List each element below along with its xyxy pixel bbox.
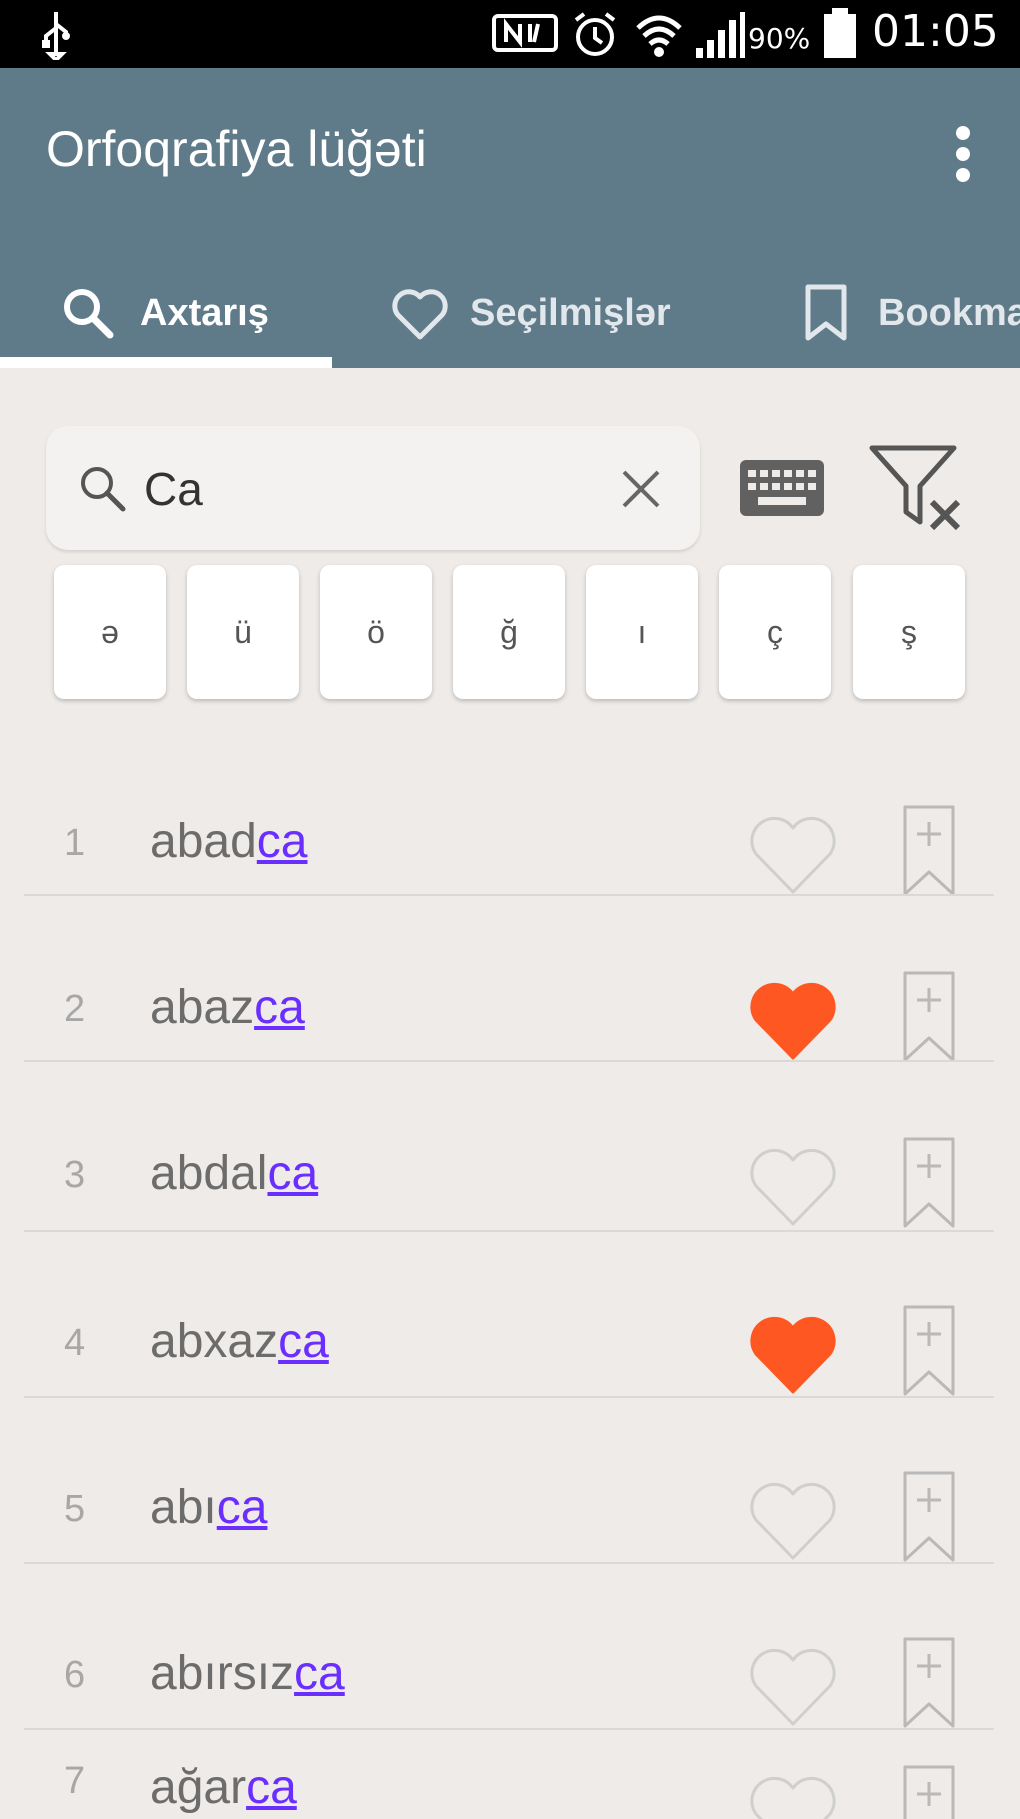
item-word: abxazca — [150, 1315, 329, 1368]
char-key-schwa[interactable]: ə — [54, 565, 166, 699]
active-tab-indicator — [0, 357, 332, 368]
list-item[interactable]: 4 abxazca — [0, 1268, 1020, 1434]
char-key-c-cedilla[interactable]: ç — [719, 565, 831, 699]
tab-favorites-label: Seçilmişlər — [470, 291, 671, 334]
tab-bookmarks[interactable]: Bookma — [804, 258, 1020, 368]
alarm-icon — [574, 12, 616, 56]
tab-search-label: Axtarış — [140, 291, 269, 334]
app-bar: Orfoqrafiya lüğəti Axtarış Seçilmişlər B… — [0, 68, 1020, 368]
list-divider — [24, 1230, 994, 1232]
search-input[interactable] — [142, 458, 626, 520]
favorite-filled-icon[interactable] — [746, 1308, 840, 1398]
favorite-outline-icon[interactable] — [746, 1640, 840, 1730]
list-divider — [24, 1396, 994, 1398]
status-bar: 90% 01:05 — [0, 0, 1020, 68]
keyboard-toggle-icon[interactable] — [738, 456, 826, 520]
list-item[interactable]: 2 abazca — [0, 934, 1020, 1100]
item-word: abıca — [150, 1481, 268, 1534]
favorite-outline-icon[interactable] — [746, 808, 840, 898]
list-item[interactable]: 3 abdalca — [0, 1100, 1020, 1266]
item-number: 1 — [64, 822, 86, 864]
list-divider — [24, 894, 994, 896]
item-number: 7 — [64, 1760, 86, 1802]
favorite-filled-icon[interactable] — [746, 974, 840, 1064]
list-divider — [24, 1728, 994, 1730]
clock: 01:05 — [872, 6, 999, 57]
favorite-outline-icon[interactable] — [746, 1474, 840, 1564]
favorite-outline-icon[interactable] — [746, 1768, 840, 1819]
tab-search[interactable]: Axtarış — [60, 258, 269, 368]
favorite-outline-icon[interactable] — [746, 1140, 840, 1230]
battery-icon — [824, 8, 856, 58]
battery-percent: 90% — [748, 22, 811, 55]
add-bookmark-icon[interactable] — [902, 804, 956, 898]
list-divider — [24, 1060, 994, 1062]
heart-outline-icon — [392, 289, 448, 340]
overflow-menu-button[interactable] — [952, 126, 976, 182]
item-number: 3 — [64, 1154, 86, 1196]
char-key-dotless-i[interactable]: ı — [586, 565, 698, 699]
app-title: Orfoqrafiya lüğəti — [46, 121, 427, 177]
tab-bookmarks-label: Bookma — [878, 291, 1020, 334]
search-field-icon — [81, 467, 126, 512]
clear-search-icon[interactable] — [618, 466, 664, 512]
item-number: 6 — [64, 1654, 86, 1696]
add-bookmark-icon[interactable] — [902, 1470, 956, 1564]
item-word: abdalca — [150, 1147, 319, 1200]
search-icon — [64, 289, 114, 339]
item-word: ağarca — [150, 1761, 297, 1814]
char-key-o-umlaut[interactable]: ö — [320, 565, 432, 699]
signal-icon — [696, 12, 745, 58]
list-item[interactable]: 1 abadca — [0, 768, 1020, 934]
bookmark-icon — [805, 284, 847, 341]
clear-filter-icon[interactable] — [868, 444, 964, 536]
tab-favorites[interactable]: Seçilmişlər — [390, 258, 671, 368]
add-bookmark-icon[interactable] — [902, 970, 956, 1064]
add-bookmark-icon[interactable] — [902, 1304, 956, 1398]
add-bookmark-icon[interactable] — [902, 1136, 956, 1230]
item-number: 2 — [64, 988, 86, 1030]
usb-icon — [42, 12, 70, 60]
wifi-icon — [636, 15, 682, 57]
item-word: abazca — [150, 981, 305, 1034]
add-bookmark-icon[interactable] — [902, 1636, 956, 1730]
list-divider — [24, 1562, 994, 1564]
item-word: abırsızca — [150, 1647, 345, 1700]
list-item[interactable]: 7 ağarca — [0, 1740, 1020, 1819]
list-item[interactable]: 5 abıca — [0, 1434, 1020, 1600]
char-key-u-umlaut[interactable]: ü — [187, 565, 299, 699]
item-number: 4 — [64, 1322, 86, 1364]
nfc-icon — [492, 14, 558, 52]
item-word: abadca — [150, 815, 308, 868]
char-key-g-breve[interactable]: ğ — [453, 565, 565, 699]
item-number: 5 — [64, 1488, 86, 1530]
char-key-s-cedilla[interactable]: ş — [853, 565, 965, 699]
add-bookmark-icon[interactable] — [902, 1764, 956, 1819]
search-box[interactable] — [46, 426, 700, 550]
